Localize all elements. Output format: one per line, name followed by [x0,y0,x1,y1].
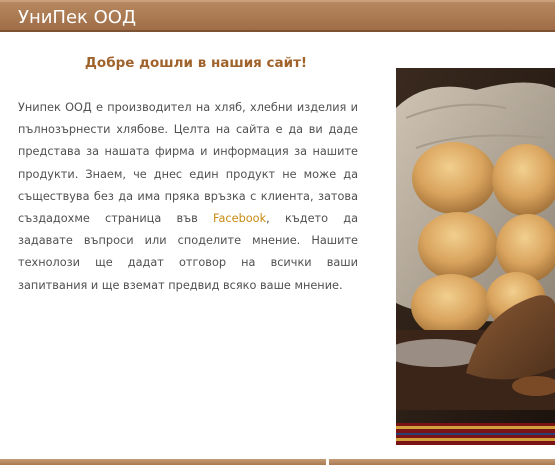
page: УниПек ООД Добре дошли в нашия сайт! Уни… [0,0,555,465]
header-top-line [0,0,555,2]
footer-line [0,459,555,465]
header-bar: УниПек ООД [0,0,555,32]
footer-divider [326,459,329,465]
bread-photo [396,68,555,445]
intro-text-before-link: Унипек ООД е производител на хляб, хлебн… [18,101,358,226]
facebook-link[interactable]: Facebook [213,212,266,225]
welcome-heading: Добре дошли в нашия сайт! [84,55,308,71]
site-title[interactable]: УниПек ООД [18,7,136,29]
intro-paragraph: Унипек ООД е производител на хляб, хлебн… [18,97,358,297]
